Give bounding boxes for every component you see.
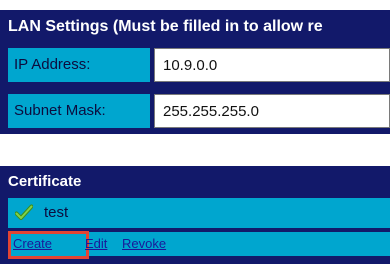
- subnet-mask-label: Subnet Mask:: [8, 94, 150, 128]
- certificate-actions-row: Create Edit Revoke: [8, 231, 390, 259]
- certificate-row[interactable]: test: [8, 198, 390, 228]
- checkmark-icon: [15, 204, 33, 220]
- lan-settings-title: LAN Settings (Must be filled in to allow…: [8, 18, 323, 35]
- ip-address-label: IP Address:: [8, 48, 150, 82]
- subnet-mask-field[interactable]: 255.255.255.0: [154, 94, 390, 128]
- certificate-panel: Certificate test Create Edit Revoke: [0, 166, 390, 264]
- edit-link[interactable]: Edit: [85, 232, 107, 256]
- revoke-link[interactable]: Revoke: [122, 232, 166, 256]
- certificate-title: Certificate: [8, 173, 82, 190]
- lan-settings-panel: LAN Settings (Must be filled in to allow…: [0, 10, 390, 134]
- certificate-name: test: [44, 204, 69, 221]
- create-link[interactable]: Create: [13, 232, 52, 256]
- ip-address-field[interactable]: 10.9.0.0: [154, 48, 390, 82]
